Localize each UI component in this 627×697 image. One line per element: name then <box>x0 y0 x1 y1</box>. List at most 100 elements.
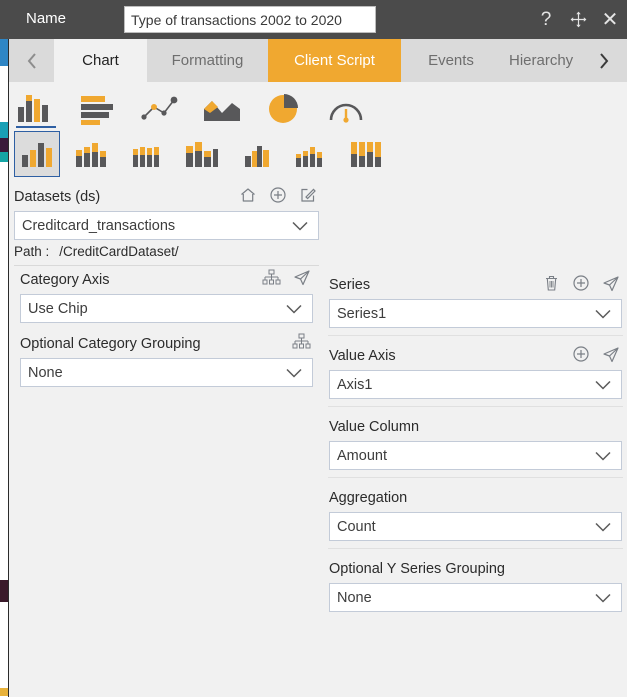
chart-family-row <box>14 82 368 128</box>
tabs-scroll-right-icon[interactable] <box>581 39 626 82</box>
value-axis-value: Axis1 <box>337 376 373 393</box>
stacked-column-small-icon[interactable] <box>124 131 170 177</box>
value-column-header: Value Column <box>329 416 622 438</box>
tab-bar: Chart Formatting Client Script Events Hi… <box>9 39 627 82</box>
value-axis-label: Value Axis <box>329 348 396 364</box>
value-column-select[interactable]: Amount <box>329 441 622 470</box>
move-arrows-icon[interactable] <box>567 9 589 31</box>
optional-y-series-grouping-header: Optional Y Series Grouping <box>329 558 622 580</box>
series-header-icons <box>543 274 620 292</box>
scatter-line-chart-icon[interactable] <box>138 85 182 125</box>
tab-client-script[interactable]: Client Script <box>268 39 401 82</box>
tab-formatting[interactable]: Formatting <box>147 39 268 82</box>
datasets-label: Datasets (ds) <box>14 189 101 205</box>
hierarchy-icon[interactable] <box>292 333 311 350</box>
stacked-column-icon[interactable] <box>69 131 115 177</box>
chevron-down-icon <box>594 592 612 603</box>
name-input[interactable] <box>124 6 376 33</box>
category-settings-column: Category Axis Use Chip Optional Category… <box>14 265 319 394</box>
paper-plane-icon[interactable] <box>293 269 311 286</box>
full-stacked-column-icon[interactable] <box>344 131 390 177</box>
gauge-chart-icon[interactable] <box>324 85 368 125</box>
series-settings-column: Series Series1 Value Axis Axis1 Value Co… <box>328 271 623 619</box>
chart-settings-panel: Datasets (ds) Creditcard_transactions Pa… <box>9 82 627 697</box>
category-axis-label: Category Axis <box>20 272 110 288</box>
aggregation-select[interactable]: Count <box>329 512 622 541</box>
paper-plane-icon[interactable] <box>602 346 620 363</box>
series-select[interactable]: Series1 <box>329 299 622 328</box>
tab-events[interactable]: Events <box>401 39 501 82</box>
name-label: Name <box>26 10 67 27</box>
value-column-value: Amount <box>337 447 387 464</box>
dataset-path-value: /CreditCardDataset/ <box>59 244 179 259</box>
value-axis-header-icons <box>572 345 620 363</box>
optional-y-series-grouping-label: Optional Y Series Grouping <box>329 561 505 577</box>
dataset-select-value: Creditcard_transactions <box>22 217 176 234</box>
chevron-down-icon <box>594 450 612 461</box>
optional-y-series-grouping-select[interactable]: None <box>329 583 622 612</box>
optional-y-series-grouping-group: Optional Y Series Grouping None <box>328 549 623 619</box>
aggregation-value: Count <box>337 518 376 535</box>
add-circle-icon[interactable] <box>572 345 590 363</box>
close-icon[interactable]: ✕ <box>599 9 621 31</box>
category-axis-value: Use Chip <box>28 300 88 317</box>
series-label: Series <box>329 277 371 293</box>
chevron-down-icon <box>285 367 303 378</box>
area-chart-icon[interactable] <box>200 85 244 125</box>
stacked-column-wide-icon[interactable] <box>179 131 225 177</box>
value-axis-group: Value Axis Axis1 <box>328 336 623 407</box>
optional-category-grouping-value: None <box>28 364 63 381</box>
series-group: Series Series1 <box>328 271 623 336</box>
optional-category-grouping-select[interactable]: None <box>20 358 313 387</box>
titlebar-buttons: ? ✕ <box>535 0 621 39</box>
chart-variant-row <box>14 130 390 178</box>
aggregation-label: Aggregation <box>329 490 408 506</box>
dialog-titlebar: Name ? ✕ <box>0 0 627 39</box>
value-column-label: Value Column <box>329 419 420 435</box>
series-header: Series <box>329 274 622 296</box>
optional-category-grouping-group: Optional Category Grouping None <box>14 330 319 394</box>
waterfall-column-icon[interactable] <box>289 131 335 177</box>
tab-chart[interactable]: Chart <box>54 39 147 82</box>
edit-square-icon[interactable] <box>299 186 317 204</box>
value-column-group: Value Column Amount <box>328 407 623 478</box>
clustered-column-icon[interactable] <box>14 131 60 177</box>
chart-designer-dialog: Name ? ✕ Chart Form <box>0 0 627 697</box>
category-axis-select[interactable]: Use Chip <box>20 294 313 323</box>
column-chart-icon[interactable] <box>14 85 58 128</box>
category-axis-header: Category Axis <box>20 269 313 291</box>
help-icon[interactable]: ? <box>535 9 557 31</box>
optional-category-grouping-header: Optional Category Grouping <box>20 333 313 355</box>
dataset-path-label: Path : <box>14 244 50 259</box>
home-icon[interactable] <box>239 186 257 204</box>
overlapped-column-icon[interactable] <box>234 131 280 177</box>
category-axis-group: Category Axis Use Chip <box>14 265 319 330</box>
datasets-block: Datasets (ds) Creditcard_transactions Pa… <box>14 186 319 259</box>
trash-icon[interactable] <box>543 274 560 292</box>
aggregation-header: Aggregation <box>329 487 622 509</box>
optional-category-grouping-icons <box>292 333 311 350</box>
tab-hierarchy[interactable]: Hierarchy <box>501 39 581 82</box>
chevron-down-icon <box>594 379 612 390</box>
value-axis-select[interactable]: Axis1 <box>329 370 622 399</box>
chevron-down-icon <box>291 220 309 231</box>
add-circle-icon[interactable] <box>572 274 590 292</box>
optional-category-grouping-label: Optional Category Grouping <box>20 336 201 352</box>
optional-y-series-grouping-value: None <box>337 589 372 606</box>
dataset-path: Path : /CreditCardDataset/ <box>14 244 319 259</box>
category-axis-header-icons <box>262 269 311 286</box>
datasets-header: Datasets (ds) <box>14 186 319 208</box>
hierarchy-icon[interactable] <box>262 269 281 286</box>
chevron-down-icon <box>285 303 303 314</box>
series-value: Series1 <box>337 305 387 322</box>
aggregation-group: Aggregation Count <box>328 478 623 549</box>
add-circle-icon[interactable] <box>269 186 287 204</box>
tabs-scroll-left-icon[interactable] <box>9 39 54 82</box>
chevron-down-icon <box>594 308 612 319</box>
bar-chart-icon[interactable] <box>76 85 120 125</box>
dataset-select[interactable]: Creditcard_transactions <box>14 211 319 240</box>
pie-chart-icon[interactable] <box>262 85 306 125</box>
paper-plane-icon[interactable] <box>602 275 620 292</box>
datasets-header-icons <box>239 186 317 204</box>
value-axis-header: Value Axis <box>329 345 622 367</box>
